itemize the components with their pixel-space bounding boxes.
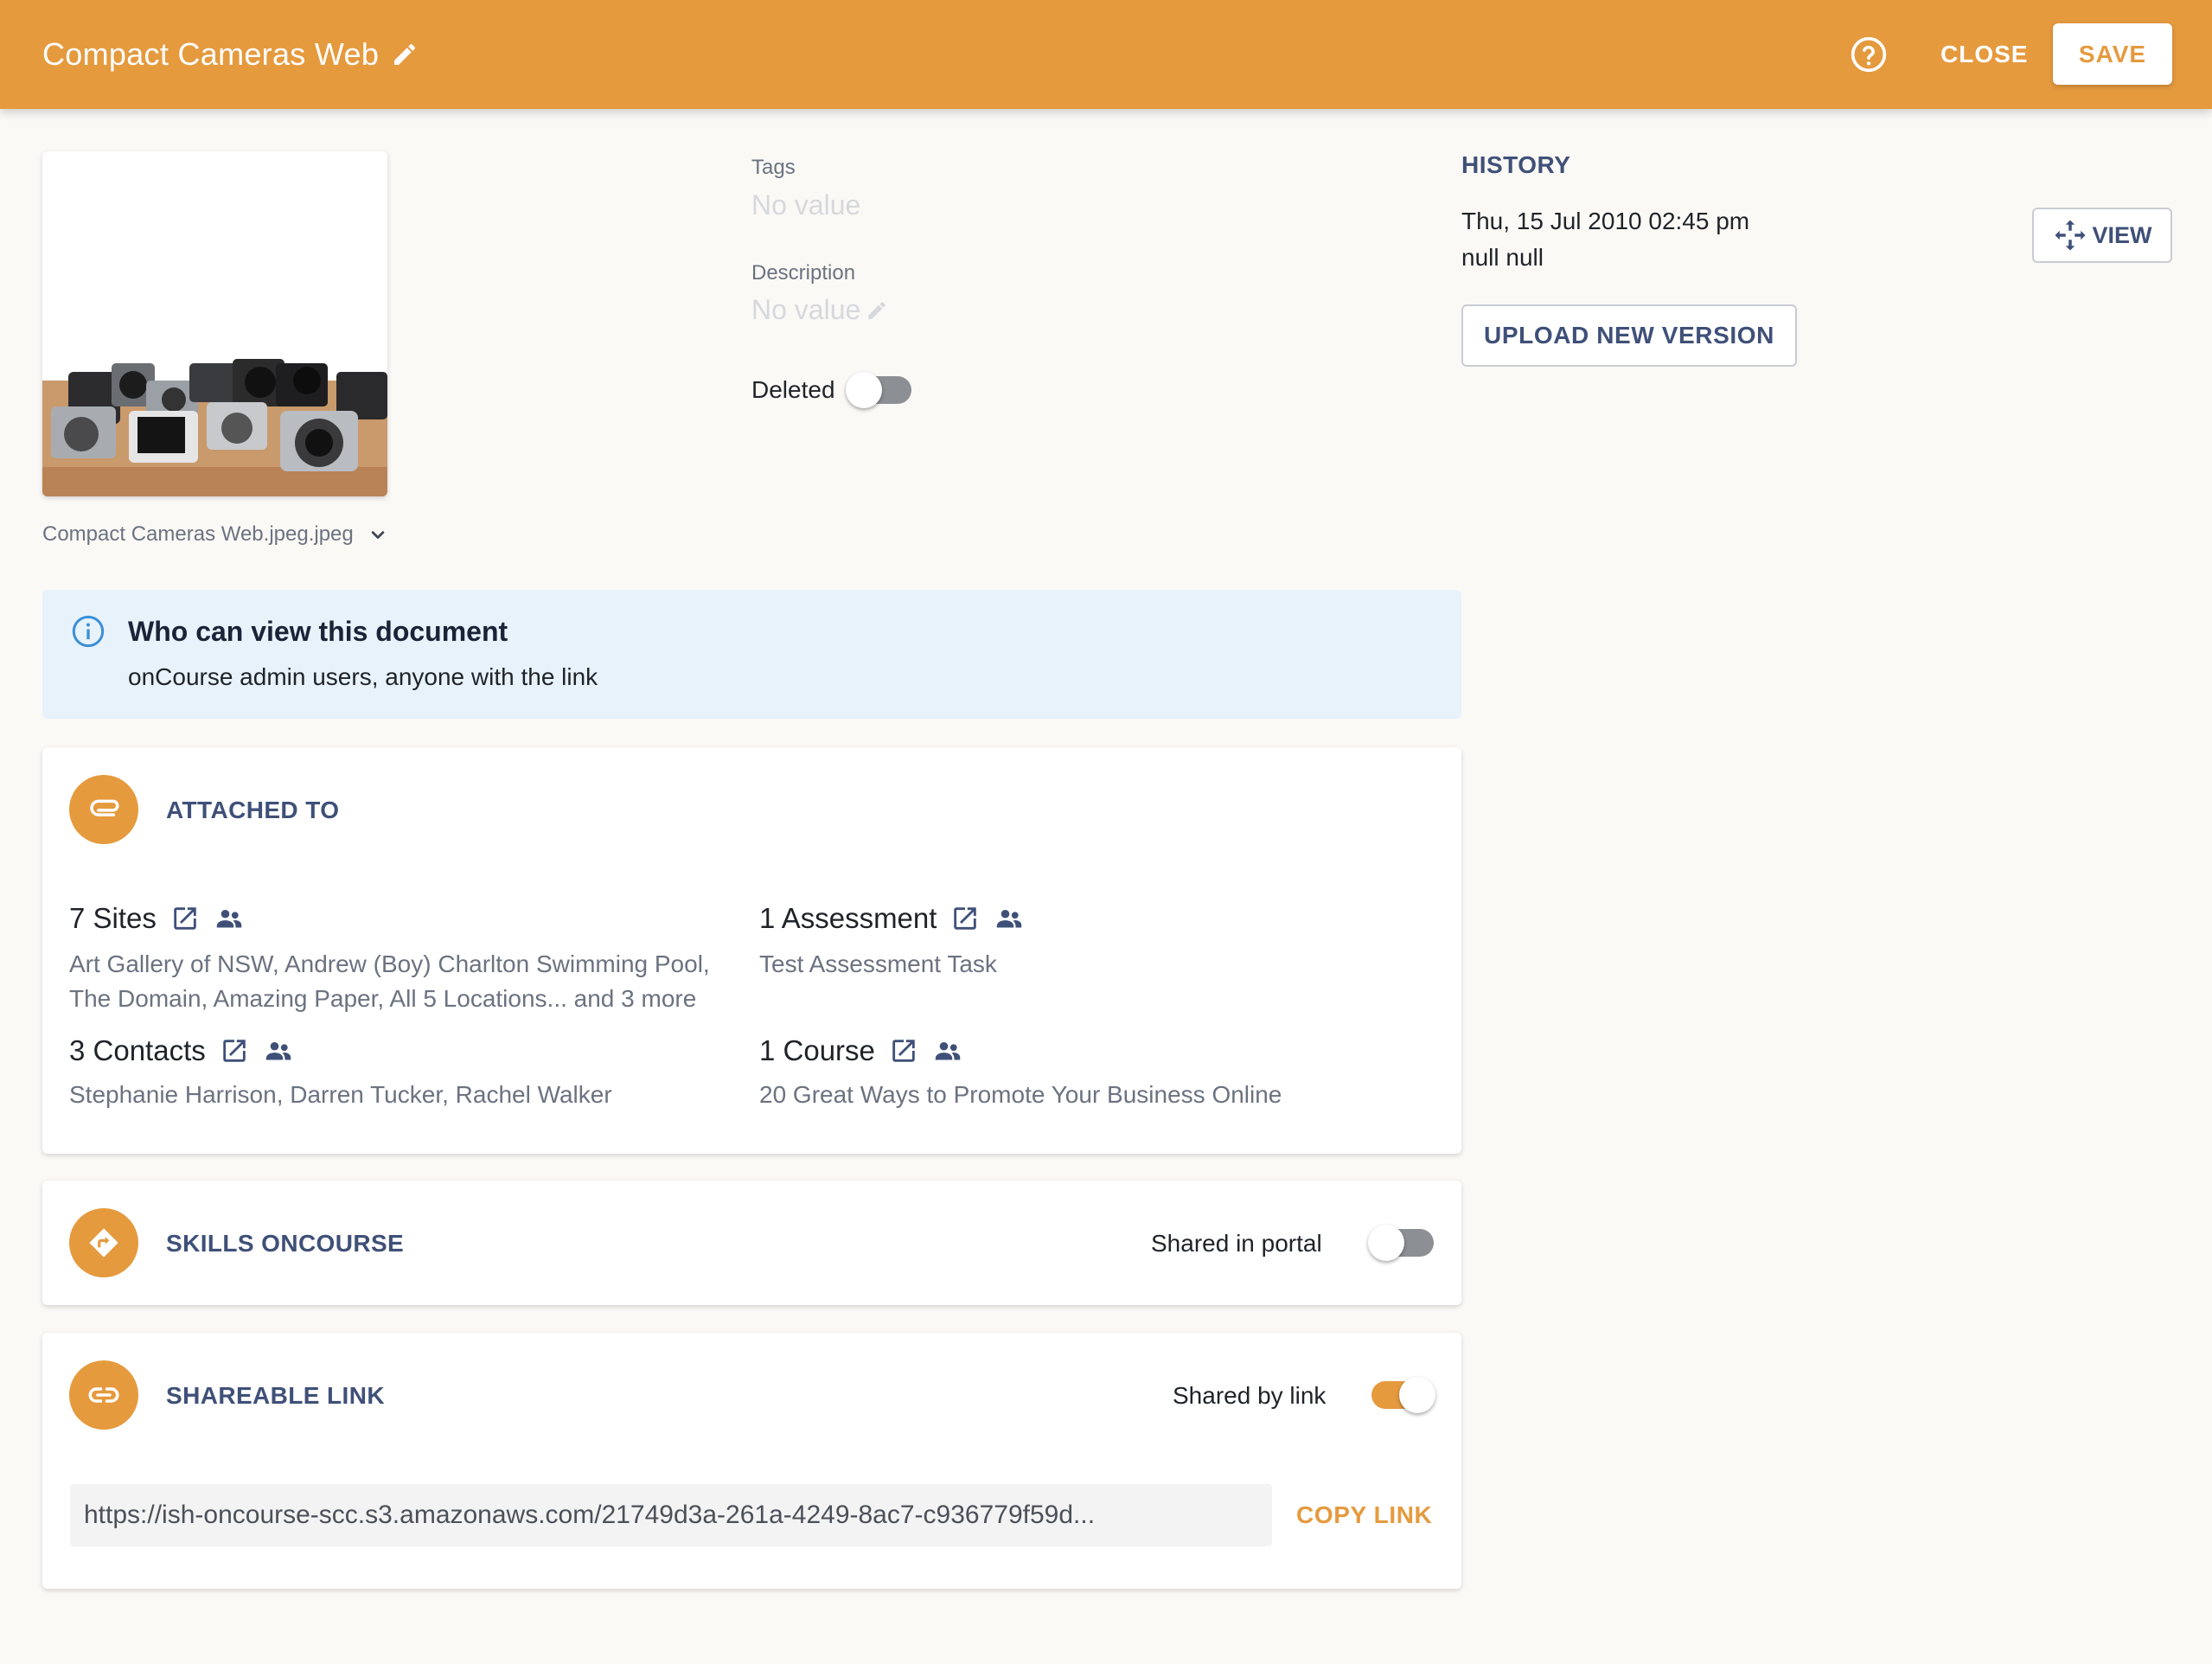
shareable-link-title: SHAREABLE LINK <box>166 1382 385 1409</box>
attached-contacts-desc: Stephanie Harrison, Darren Tucker, Rache… <box>69 1078 612 1112</box>
people-icon[interactable] <box>214 903 245 934</box>
people-icon[interactable] <box>994 903 1025 934</box>
upload-new-version-button[interactable]: UPLOAD NEW VERSION <box>1461 304 1797 367</box>
desc-line: 20 Great Ways to Promote Your Business O… <box>759 1081 1282 1108</box>
history-title: HISTORY <box>1461 151 1571 178</box>
edit-pencil-icon[interactable] <box>391 41 419 68</box>
desc-line: Art Gallery of NSW, Andrew (Boy) Charlto… <box>69 950 710 977</box>
deleted-label: Deleted <box>751 376 835 403</box>
description-value: No value <box>751 294 861 325</box>
history-user: null null <box>1461 244 1544 271</box>
visibility-banner: Who can view this document onCourse admi… <box>42 590 1461 719</box>
chevron-down-icon[interactable] <box>366 522 390 547</box>
link-icon <box>88 1387 119 1403</box>
attached-course-desc: 20 Great Ways to Promote Your Business O… <box>759 1078 1282 1112</box>
tags-field[interactable]: No value <box>751 189 860 221</box>
shared-in-portal-label: Shared in portal <box>1151 1230 1322 1257</box>
info-icon <box>72 615 105 648</box>
skills-oncourse-card: SKILLS ONCOURSE Shared in portal <box>42 1181 1461 1305</box>
deleted-toggle[interactable] <box>845 371 913 409</box>
attachment-badge <box>69 775 138 844</box>
attached-assessment-heading: 1 Assessment <box>759 902 937 934</box>
open-in-new-icon[interactable] <box>170 904 200 933</box>
attached-assessment: 1 Assessment <box>759 902 1025 935</box>
description-label: Description <box>751 261 856 285</box>
file-name-selector[interactable]: Compact Cameras Web.jpeg.jpeg <box>42 519 390 550</box>
document-title-area[interactable]: Compact Cameras Web <box>42 0 419 109</box>
link-badge <box>69 1360 138 1430</box>
attached-course: 1 Course <box>759 1034 963 1067</box>
paperclip-icon <box>90 799 119 816</box>
toggle-knob <box>1368 1225 1404 1261</box>
toggle-knob <box>1399 1377 1435 1413</box>
tags-label: Tags <box>751 156 796 179</box>
copy-link-button[interactable]: COPY LINK <box>1286 1484 1442 1546</box>
visibility-title: Who can view this document <box>128 616 508 647</box>
close-button[interactable]: CLOSE <box>1928 31 2040 78</box>
visibility-text: onCourse admin users, anyone with the li… <box>128 663 598 690</box>
attached-contacts: 3 Contacts <box>69 1034 294 1067</box>
cameras-photo <box>42 251 387 496</box>
attached-to-title: ATTACHED TO <box>166 797 340 823</box>
attached-course-heading: 1 Course <box>759 1034 875 1066</box>
shareable-url-field[interactable]: https://ish-oncourse-scc.s3.amazonaws.co… <box>70 1484 1272 1546</box>
help-icon[interactable] <box>1850 35 1888 74</box>
desc-line: Stephanie Harrison, Darren Tucker, Rache… <box>69 1081 612 1108</box>
desc-line: Test Assessment Task <box>759 950 997 977</box>
deleted-row: Deleted <box>751 369 913 411</box>
attached-to-card: ATTACHED TO 7 Sites Art Gallery of NSW, … <box>42 747 1461 1154</box>
tags-value: No value <box>751 189 861 221</box>
shared-by-link-label: Shared by link <box>1173 1382 1327 1409</box>
history-date: Thu, 15 Jul 2010 02:45 pm <box>1461 208 1750 234</box>
people-icon[interactable] <box>263 1035 294 1066</box>
shared-in-portal-toggle[interactable] <box>1368 1224 1435 1262</box>
attached-assessment-desc: Test Assessment Task <box>759 947 997 982</box>
file-name: Compact Cameras Web.jpeg.jpeg <box>42 522 354 546</box>
document-title: Compact Cameras Web <box>42 36 380 72</box>
people-icon[interactable] <box>932 1035 963 1066</box>
save-button[interactable]: SAVE <box>2053 23 2172 85</box>
app-bar: Compact Cameras Web CLOSE SAVE <box>0 0 2212 109</box>
move-arrows-icon <box>2055 220 2086 251</box>
attached-sites-heading: 7 Sites <box>69 902 157 934</box>
attached-contacts-heading: 3 Contacts <box>69 1034 206 1066</box>
skills-title: SKILLS ONCOURSE <box>166 1230 405 1257</box>
document-thumbnail[interactable] <box>42 151 387 496</box>
description-field[interactable]: No value <box>751 294 888 326</box>
view-button[interactable]: VIEW <box>2032 208 2172 263</box>
open-in-new-icon[interactable] <box>950 904 980 933</box>
desc-line: The Domain, Amazing Paper, All 5 Locatio… <box>69 985 697 1012</box>
shareable-url: https://ish-oncourse-scc.s3.amazonaws.co… <box>84 1501 1096 1529</box>
open-in-new-icon[interactable] <box>220 1036 249 1066</box>
directions-icon <box>89 1228 118 1258</box>
attached-sites: 7 Sites <box>69 902 245 935</box>
toggle-knob <box>845 372 882 408</box>
view-label: VIEW <box>2092 221 2152 248</box>
attached-sites-desc: Art Gallery of NSW, Andrew (Boy) Charlto… <box>69 947 710 1016</box>
open-in-new-icon[interactable] <box>889 1036 918 1066</box>
shared-by-link-toggle[interactable] <box>1368 1376 1435 1414</box>
skills-badge <box>69 1208 138 1277</box>
edit-pencil-icon <box>868 301 886 319</box>
shareable-link-card: SHAREABLE LINK Shared by link https://is… <box>42 1333 1461 1589</box>
